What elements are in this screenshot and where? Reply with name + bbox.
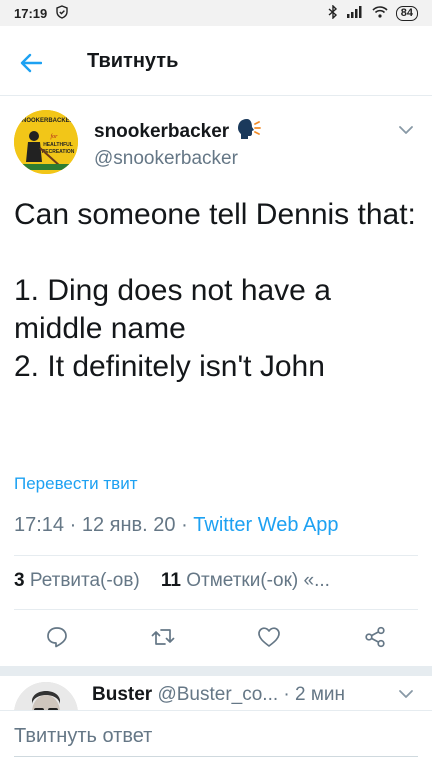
status-time: 17:19 (14, 5, 48, 21)
tweet-time: 17:14 (14, 514, 65, 536)
likes-stat[interactable]: 11 Отметки(-ок) «... (161, 570, 330, 591)
wifi-icon (372, 5, 388, 21)
divider (14, 555, 418, 556)
share-icon[interactable] (360, 622, 390, 652)
meta-separator: · (181, 514, 194, 536)
reply-icon[interactable] (42, 622, 72, 652)
battery-indicator: 84 (395, 5, 418, 21)
chevron-down-icon[interactable] (398, 686, 414, 704)
reply-time: · 2 мин (283, 684, 346, 705)
tweet-header: SNOOKERBACKER for HEALTHFUL RECREATION s… (14, 110, 418, 182)
back-arrow-icon[interactable] (18, 50, 44, 76)
reply-composer: Твитнуть ответ (0, 710, 432, 769)
meta-separator: · (69, 514, 82, 536)
divider (14, 609, 418, 610)
tweet-meta: 17:14 · 12 янв. 20 · Twitter Web App (14, 514, 339, 537)
composer-underline (14, 756, 418, 757)
tweet-date: 12 янв. 20 (81, 514, 176, 536)
chevron-down-icon[interactable] (398, 122, 414, 140)
section-divider (0, 666, 432, 676)
reply-author-handle[interactable]: @Buster_co... (157, 684, 278, 705)
retweets-stat[interactable]: 3 Ретвита(-ов) (14, 570, 140, 591)
like-icon[interactable] (254, 622, 284, 652)
tweet-actions (14, 622, 418, 654)
avatar[interactable]: SNOOKERBACKER for HEALTHFUL RECREATION (14, 110, 78, 174)
retweets-label: Ретвита(-ов) (29, 570, 140, 591)
retweet-icon[interactable] (148, 622, 178, 652)
tweet-stats: 3 Ретвита(-ов) 11 Отметки(-ок) «... (14, 570, 330, 592)
likes-count: 11 (160, 570, 181, 591)
reply-header: Buster @Buster_co... · 2 мин (92, 684, 345, 706)
tweet-source-link[interactable]: Twitter Web App (193, 514, 338, 536)
vpn-icon (55, 4, 69, 22)
status-bar: 17:19 84 (0, 0, 432, 26)
avatar-text-2: for (50, 133, 58, 140)
likes-label: Отметки(-ок) «... (186, 570, 330, 591)
author-handle[interactable]: @snookerbacker (94, 148, 238, 170)
avatar-text-1: SNOOKERBACKER (18, 118, 75, 124)
speaking-head-icon (237, 118, 262, 145)
avatar-text-3: HEALTHFUL (43, 142, 73, 148)
retweets-count: 3 (14, 570, 25, 591)
tweet-text: Can someone tell Dennis that: 1. Ding do… (14, 198, 416, 383)
top-bar: Твитнуть (0, 26, 432, 96)
reply-input[interactable]: Твитнуть ответ (14, 725, 418, 748)
signal-icon (346, 5, 364, 21)
bluetooth-icon (328, 3, 338, 22)
page-title: Твитнуть (87, 50, 179, 72)
translate-tweet-link[interactable]: Перевести твит (14, 474, 137, 494)
reply-author-name[interactable]: Buster (92, 684, 152, 705)
author-name[interactable]: snookerbacker (94, 121, 229, 143)
